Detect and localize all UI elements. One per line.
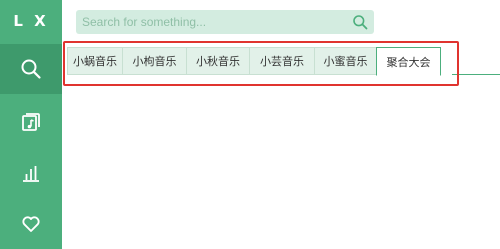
source-tabs: 小蜗音乐 小枸音乐 小秋音乐 小芸音乐 小蜜音乐 聚合大会 [67,47,441,76]
music-file-icon [22,113,40,131]
sidebar-item-charts[interactable] [0,148,62,198]
app-logo: L X [13,12,49,30]
search-input[interactable] [76,10,346,34]
tab-source-2[interactable]: 小枸音乐 [122,47,186,75]
search-icon[interactable] [352,14,368,30]
sidebar: L X [0,0,62,249]
sidebar-item-search[interactable] [0,44,62,94]
search-icon [21,59,41,79]
sidebar-item-music[interactable] [0,97,62,147]
tab-aggregate[interactable]: 聚合大会 [376,47,441,76]
tab-bar-underline [452,74,500,75]
tab-source-3[interactable]: 小秋音乐 [186,47,249,75]
tab-source-1[interactable]: 小蜗音乐 [67,47,122,75]
tab-source-4[interactable]: 小芸音乐 [249,47,314,75]
tab-source-5[interactable]: 小蜜音乐 [314,47,376,75]
search-bar [76,10,374,34]
bar-chart-icon [23,166,39,182]
sidebar-item-favorites[interactable] [0,199,62,249]
heart-icon [22,216,40,232]
